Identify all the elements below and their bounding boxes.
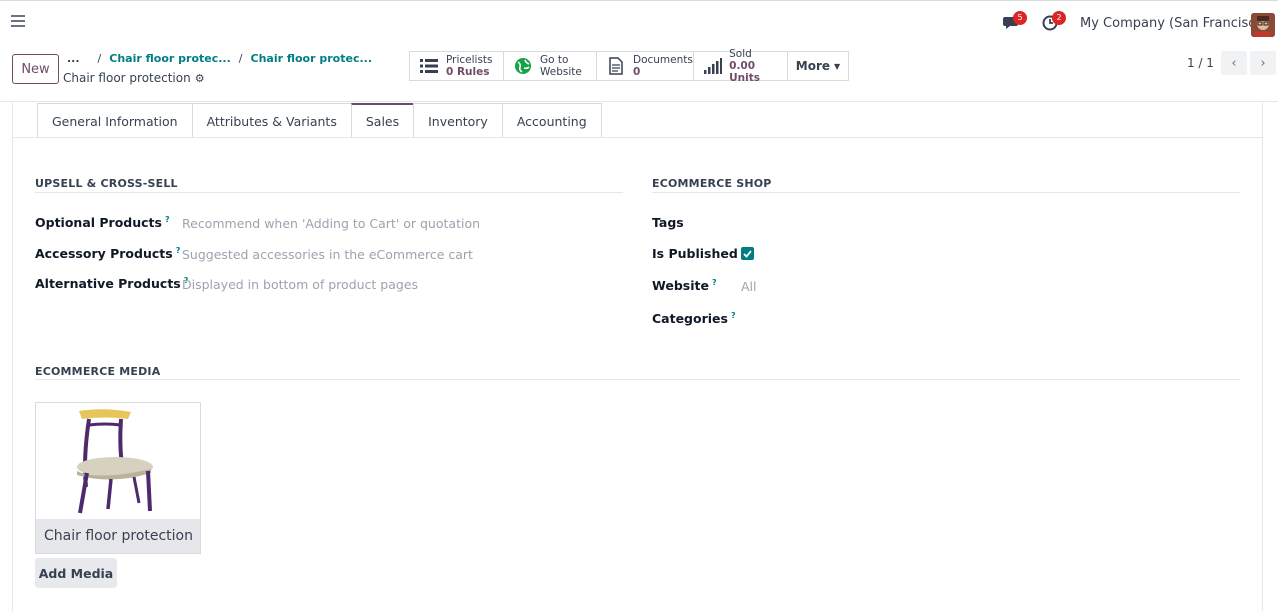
website-label: Website?: [652, 278, 717, 294]
smart-value: 0.00 Units: [729, 60, 761, 84]
media-caption: Chair floor protection: [36, 519, 200, 553]
tab-general-information[interactable]: General Information: [37, 103, 193, 138]
section-divider: [652, 192, 1240, 193]
section-divider: [35, 379, 1240, 380]
website-field[interactable]: All: [741, 279, 757, 294]
pager-value: 1 / 1: [1187, 56, 1214, 70]
upsell-section-title: UPSELL & CROSS-SELL: [35, 177, 178, 190]
pager-previous-button[interactable]: ‹: [1221, 51, 1247, 75]
chevron-left-icon: ‹: [1231, 55, 1237, 71]
chevron-right-icon: ›: [1260, 55, 1266, 71]
chair-image: [53, 405, 171, 519]
smart-label: Website: [540, 66, 582, 78]
gear-icon[interactable]: ⚙: [195, 72, 205, 85]
accessory-products-label: Accessory Products?: [35, 246, 181, 262]
ecommerce-media-title: ECOMMERCE MEDIA: [35, 365, 161, 378]
hamburger-menu-icon[interactable]: [11, 15, 25, 29]
activities-badge: 2: [1052, 11, 1066, 25]
smart-label: Documents: [633, 54, 693, 66]
tags-label: Tags: [652, 215, 684, 230]
smart-label: Pricelists: [446, 54, 493, 66]
control-panel: New ... / Chair floor protec... / Chair floo…: [0, 46, 1278, 102]
messages-badge: 5: [1013, 11, 1027, 25]
document-icon: [606, 56, 626, 76]
company-switcher[interactable]: My Company (San Francisco): [1080, 16, 1268, 31]
categories-label: Categories?: [652, 311, 736, 327]
is-published-label: Is Published: [652, 246, 738, 261]
pricelists-smart-button[interactable]: Pricelists 0 Rules: [409, 51, 504, 81]
breadcrumb-collapsed[interactable]: ...: [67, 52, 80, 65]
record-title-text: Chair floor protection: [63, 71, 191, 85]
tab-inventory[interactable]: Inventory: [413, 103, 503, 138]
top-navbar: 5 2 My Company (San Francisco): [0, 0, 1278, 46]
globe-icon: [513, 56, 533, 76]
tab-divider: [13, 137, 1262, 138]
sold-smart-button[interactable]: Sold 0.00 Units: [693, 48, 788, 84]
accessory-products-input[interactable]: Suggested accessories in the eCommerce c…: [182, 247, 473, 262]
smart-value: 0: [633, 66, 641, 78]
breadcrumb-item[interactable]: Chair floor protec...: [251, 52, 373, 65]
breadcrumb-item[interactable]: Chair floor protec...: [109, 52, 231, 65]
signal-icon: [703, 56, 722, 76]
caret-down-icon: ▼: [834, 61, 841, 71]
ecommerce-shop-title: ECOMMERCE SHOP: [652, 177, 772, 190]
documents-smart-button[interactable]: Documents 0: [596, 51, 694, 81]
optional-products-input[interactable]: Recommend when 'Adding to Cart' or quota…: [182, 216, 480, 231]
activities-clock-icon[interactable]: 2: [1042, 11, 1066, 31]
pager-next-button[interactable]: ›: [1250, 51, 1276, 75]
record-title: Chair floor protection ⚙: [63, 71, 205, 85]
tab-accounting[interactable]: Accounting: [501, 103, 602, 138]
tab-sales[interactable]: Sales: [350, 103, 415, 138]
media-card[interactable]: Chair floor protection: [35, 402, 201, 554]
alternative-products-input[interactable]: Displayed in bottom of product pages: [182, 277, 418, 292]
smart-value: 0 Rules: [446, 66, 490, 78]
messages-icon[interactable]: 5: [1003, 11, 1027, 31]
smart-label: Sold: [729, 48, 752, 60]
add-media-button[interactable]: Add Media: [35, 558, 117, 588]
list-icon: [419, 56, 439, 76]
go-to-website-button[interactable]: Go to Website: [503, 51, 597, 81]
more-dropdown-button[interactable]: More ▼: [787, 51, 849, 81]
tab-attributes-variants[interactable]: Attributes & Variants: [191, 103, 352, 138]
notebook-tabs: General Information Attributes & Variant…: [37, 103, 602, 138]
optional-products-label: Optional Products?: [35, 215, 170, 231]
breadcrumb: ... / Chair floor protec... / Chair floor pr…: [67, 52, 373, 65]
smart-label: Go to: [540, 54, 569, 66]
user-avatar[interactable]: [1251, 13, 1275, 37]
section-divider: [35, 192, 623, 193]
alternative-products-label: Alternative Products?: [35, 276, 189, 292]
is-published-checkbox[interactable]: [741, 247, 754, 260]
more-label: More: [795, 59, 831, 73]
new-button[interactable]: New: [12, 54, 59, 84]
